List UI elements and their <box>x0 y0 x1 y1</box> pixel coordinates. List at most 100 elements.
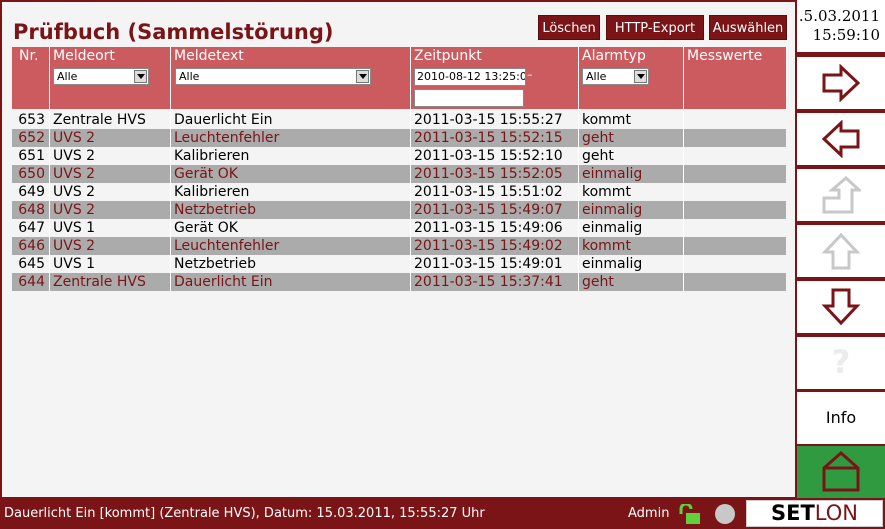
cell-zeitpunkt: 2011-03-15 15:52:15 <box>411 129 579 147</box>
clock-display: .5.03.2011 15:59:10 <box>797 0 885 52</box>
column-header-messwerte: Messwerte <box>684 47 786 109</box>
cell-nr: 644 <box>12 273 50 291</box>
time-display: 15:59:10 <box>812 26 880 44</box>
chevron-down-icon[interactable] <box>134 70 147 83</box>
cell-zeitpunkt: 2011-03-15 15:49:06 <box>411 219 579 237</box>
cell-meldeort: UVS 2 <box>50 129 171 147</box>
select-button[interactable]: Auswählen <box>709 15 787 40</box>
table-body: 653 Zentrale HVS Dauerlicht Ein 2011-03-… <box>12 111 786 291</box>
cell-messwerte <box>684 273 786 291</box>
next-page-button[interactable] <box>797 57 885 109</box>
table-row[interactable]: 647 UVS 1 Gerät OK 2011-03-15 15:49:06 e… <box>12 219 786 237</box>
cell-meldeort: UVS 2 <box>50 183 171 201</box>
scroll-up-button[interactable] <box>797 225 885 277</box>
table-row[interactable]: 646 UVS 2 Leuchtenfehler 2011-03-15 15:4… <box>12 237 786 255</box>
cell-messwerte <box>684 147 786 165</box>
table-header: Nr. Meldeort Alle Meldetext Alle Zeitpun… <box>12 47 786 109</box>
table-row[interactable]: 653 Zentrale HVS Dauerlicht Ein 2011-03-… <box>12 111 786 129</box>
cell-meldeort: UVS 2 <box>50 201 171 219</box>
zeitpunkt-from-input[interactable]: 2010-08-12 13:25:0 <box>414 68 526 86</box>
meldetext-filter-value: Alle <box>179 70 200 83</box>
info-button-label: Info <box>825 408 857 427</box>
cell-zeitpunkt: 2011-03-15 15:37:41 <box>411 273 579 291</box>
arrow-right-icon <box>822 64 861 102</box>
cell-messwerte <box>684 255 786 273</box>
cell-messwerte <box>684 183 786 201</box>
cell-nr: 645 <box>12 255 50 273</box>
cell-meldeort: Zentrale HVS <box>50 273 171 291</box>
cell-nr: 651 <box>12 147 50 165</box>
cell-alarmtyp: einmalig <box>579 255 684 273</box>
http-export-button[interactable]: HTTP-Export <box>606 15 704 40</box>
sidebar: .5.03.2011 15:59:10 ? Info <box>797 0 885 499</box>
cell-messwerte <box>684 219 786 237</box>
table-row[interactable]: 644 Zentrale HVS Dauerlicht Ein 2011-03-… <box>12 273 786 291</box>
cell-messwerte <box>684 201 786 219</box>
connection-status-icon <box>715 504 735 524</box>
cell-meldetext: Netzbetrieb <box>171 255 411 273</box>
cell-messwerte <box>684 129 786 147</box>
current-user: Admin <box>628 506 670 521</box>
table-row[interactable]: 649 UVS 2 Kalibrieren 2011-03-15 15:51:0… <box>12 183 786 201</box>
table-row[interactable]: 651 UVS 2 Kalibrieren 2011-03-15 15:52:1… <box>12 147 786 165</box>
column-label-meldetext: Meldetext <box>174 48 244 64</box>
table-row[interactable]: 650 UVS 2 Gerät OK 2011-03-15 15:52:05 e… <box>12 165 786 183</box>
cell-meldetext: Kalibrieren <box>171 147 411 165</box>
column-header-zeitpunkt: Zeitpunkt 2010-08-12 13:25:0 – <box>411 47 579 109</box>
cell-meldetext: Leuchtenfehler <box>171 129 411 147</box>
cell-nr: 648 <box>12 201 50 219</box>
zeitpunkt-to-input[interactable] <box>414 89 524 107</box>
cell-alarmtyp: kommt <box>579 237 684 255</box>
delete-button[interactable]: Löschen <box>538 15 600 40</box>
cell-meldeort: UVS 2 <box>50 165 171 183</box>
logo-text-lon: LON <box>814 501 858 525</box>
table-row[interactable]: 652 UVS 2 Leuchtenfehler 2011-03-15 15:5… <box>12 129 786 147</box>
cell-alarmtyp: einmalig <box>579 219 684 237</box>
scroll-down-button[interactable] <box>797 281 885 333</box>
info-button[interactable]: Info <box>797 392 885 444</box>
help-button[interactable]: ? <box>797 337 885 389</box>
meldeort-filter-value: Alle <box>57 70 78 83</box>
chevron-down-icon[interactable] <box>356 70 369 83</box>
cell-meldetext: Leuchtenfehler <box>171 237 411 255</box>
question-icon: ? <box>831 343 851 381</box>
cell-meldetext: Dauerlicht Ein <box>171 111 411 129</box>
cell-nr: 653 <box>12 111 50 129</box>
cell-nr: 652 <box>12 129 50 147</box>
home-button[interactable] <box>797 446 885 498</box>
column-label-nr: Nr. <box>19 48 39 64</box>
cell-zeitpunkt: 2011-03-15 15:55:27 <box>411 111 579 129</box>
cell-zeitpunkt: 2011-03-15 15:52:05 <box>411 165 579 183</box>
cell-nr: 649 <box>12 183 50 201</box>
chevron-down-icon[interactable] <box>634 70 647 83</box>
logo-text-set: SET <box>771 501 815 525</box>
cell-zeitpunkt: 2011-03-15 15:52:10 <box>411 147 579 165</box>
cell-nr: 647 <box>12 219 50 237</box>
previous-page-button[interactable] <box>797 113 885 165</box>
arrow-left-icon <box>821 120 860 158</box>
alarmtyp-filter-select[interactable]: Alle <box>582 68 649 85</box>
column-label-zeitpunkt: Zeitpunkt <box>414 48 482 64</box>
column-label-messwerte: Messwerte <box>687 48 763 64</box>
meldeort-filter-select[interactable]: Alle <box>53 68 149 85</box>
unlock-icon[interactable] <box>677 504 703 526</box>
cell-zeitpunkt: 2011-03-15 15:49:02 <box>411 237 579 255</box>
cell-meldeort: UVS 2 <box>50 237 171 255</box>
meldetext-filter-select[interactable]: Alle <box>175 68 371 85</box>
status-message: Dauerlicht Ein [kommt] (Zentrale HVS), D… <box>4 506 485 521</box>
arrow-up-turn-icon <box>822 176 861 214</box>
cell-zeitpunkt: 2011-03-15 15:49:07 <box>411 201 579 219</box>
column-label-meldeort: Meldeort <box>53 48 115 64</box>
cell-meldeort: UVS 1 <box>50 255 171 273</box>
cell-meldetext: Netzbetrieb <box>171 201 411 219</box>
column-label-alarmtyp: Alarmtyp <box>582 48 646 64</box>
table-row[interactable]: 645 UVS 1 Netzbetrieb 2011-03-15 15:49:0… <box>12 255 786 273</box>
date-display: .5.03.2011 <box>798 7 880 25</box>
column-header-alarmtyp: Alarmtyp Alle <box>579 47 684 109</box>
up-turn-button[interactable] <box>797 169 885 221</box>
cell-messwerte <box>684 111 786 129</box>
table-row[interactable]: 648 UVS 2 Netzbetrieb 2011-03-15 15:49:0… <box>12 201 786 219</box>
cell-messwerte <box>684 165 786 183</box>
cell-nr: 646 <box>12 237 50 255</box>
cell-alarmtyp: kommt <box>579 111 684 129</box>
